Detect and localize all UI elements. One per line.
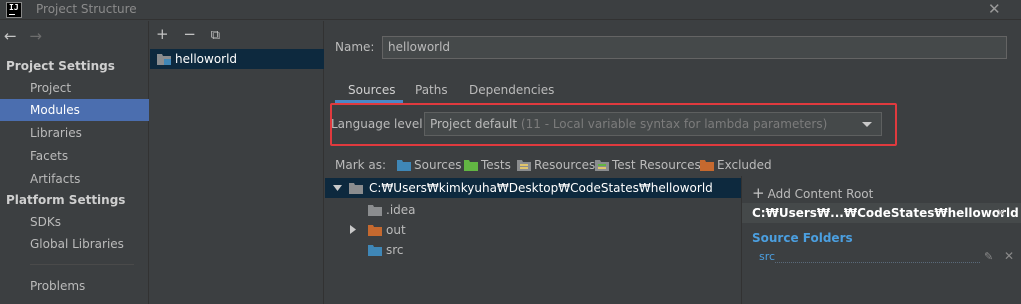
folder-icon xyxy=(349,183,363,194)
sidebar-item-modules[interactable]: Modules xyxy=(0,99,149,121)
language-level-detail: (11 - Local variable syntax for lambda p… xyxy=(520,117,828,131)
chevron-right-icon xyxy=(350,225,356,234)
mark-excluded-button[interactable]: Excluded xyxy=(700,158,772,172)
module-name-field[interactable]: helloworld xyxy=(382,36,1007,59)
sidebar-item-facets[interactable]: Facets xyxy=(0,145,149,167)
module-folder-icon xyxy=(157,54,171,65)
sidebar-divider xyxy=(30,264,134,265)
back-arrow-icon[interactable]: ← xyxy=(4,27,17,45)
sidebar-item-libraries[interactable]: Libraries xyxy=(0,122,149,144)
folder-icon xyxy=(368,205,382,216)
content-root-path-bar: C:₩Users₩...₩CodeStates₩helloworld ✕ xyxy=(742,203,1021,223)
language-level-value: Project default xyxy=(430,117,518,131)
module-name: helloworld xyxy=(175,52,238,66)
nav-arrows: ← → xyxy=(4,27,50,45)
chevron-down-icon xyxy=(333,185,342,191)
blue-folder-icon xyxy=(368,245,382,256)
orange-folder-icon xyxy=(700,160,714,171)
project-settings-header: Project Settings xyxy=(6,59,115,73)
sidebar-item-project[interactable]: Project xyxy=(0,77,149,99)
sidebar-item-artifacts[interactable]: Artifacts xyxy=(0,168,149,190)
source-folder-item[interactable]: src xyxy=(759,250,775,263)
copy-module-button[interactable]: ⧉ xyxy=(211,28,220,43)
title-bar: IJ Project Structure ✕ xyxy=(0,0,1021,20)
settings-sidebar: ← → Project Settings Project Modules Lib… xyxy=(0,21,149,304)
resources-folder-icon xyxy=(517,160,531,171)
mark-test-resources-button[interactable]: Test Resources xyxy=(595,158,701,172)
tree-item-out[interactable]: out xyxy=(325,220,741,240)
modules-panel: + − ⧉ helloworld xyxy=(150,21,324,304)
add-module-button[interactable]: + xyxy=(156,25,169,43)
tree-item-src[interactable]: src xyxy=(325,240,741,260)
blue-folder-icon xyxy=(397,160,411,171)
forward-arrow-icon[interactable]: → xyxy=(29,27,42,45)
chevron-down-icon xyxy=(862,122,872,127)
module-item-helloworld[interactable]: helloworld xyxy=(150,49,324,69)
intellij-app-icon: IJ xyxy=(6,2,22,18)
tab-paths[interactable]: Paths xyxy=(415,83,448,97)
platform-settings-header: Platform Settings xyxy=(6,193,126,207)
mark-sources-button[interactable]: Sources xyxy=(397,158,461,172)
sidebar-item-sdks[interactable]: SDKs xyxy=(0,211,149,233)
window-title: Project Structure xyxy=(36,2,137,16)
orange-folder-icon xyxy=(368,225,382,236)
tree-root-row[interactable]: C:₩Users₩kimkyuha₩Desktop₩CodeStates₩hel… xyxy=(325,178,741,198)
mark-tests-button[interactable]: Tests xyxy=(464,158,511,172)
green-folder-icon xyxy=(464,160,478,171)
close-window-button[interactable]: ✕ xyxy=(988,0,1001,18)
content-root-pane: + Add Content Root C:₩Users₩...₩CodeState… xyxy=(741,176,1021,304)
tree-item-idea[interactable]: .idea xyxy=(325,200,741,220)
remove-module-button[interactable]: − xyxy=(183,25,196,43)
tab-sources[interactable]: Sources xyxy=(348,83,395,97)
close-icon[interactable]: ✕ xyxy=(1004,249,1014,263)
dotted-leader xyxy=(775,262,980,263)
tree-root-path: C:₩Users₩kimkyuha₩Desktop₩CodeStates₩hel… xyxy=(369,181,713,195)
sidebar-item-problems[interactable]: Problems xyxy=(0,275,149,297)
name-label: Name: xyxy=(335,40,375,54)
mark-resources-button[interactable]: Resources xyxy=(517,158,595,172)
source-folders-header: Source Folders xyxy=(752,231,853,245)
language-level-dropdown[interactable]: Project default (11 - Local variable syn… xyxy=(424,112,882,136)
test-resources-folder-icon xyxy=(595,160,609,171)
mark-as-label: Mark as: xyxy=(335,158,387,172)
modules-toolbar: + − ⧉ xyxy=(156,25,230,43)
content-root-path: C:₩Users₩...₩CodeStates₩helloworld xyxy=(752,206,1019,220)
plus-icon: + xyxy=(752,184,765,202)
sidebar-item-global-libraries[interactable]: Global Libraries xyxy=(0,233,149,255)
pencil-icon[interactable]: ✎ xyxy=(984,250,993,263)
close-icon[interactable]: ✕ xyxy=(996,203,1006,223)
content-root-tree: C:₩Users₩kimkyuha₩Desktop₩CodeStates₩hel… xyxy=(325,176,741,304)
add-content-root-button[interactable]: + Add Content Root xyxy=(752,184,873,202)
language-level-label: Language level: xyxy=(331,117,427,131)
tab-dependencies[interactable]: Dependencies xyxy=(469,83,554,97)
